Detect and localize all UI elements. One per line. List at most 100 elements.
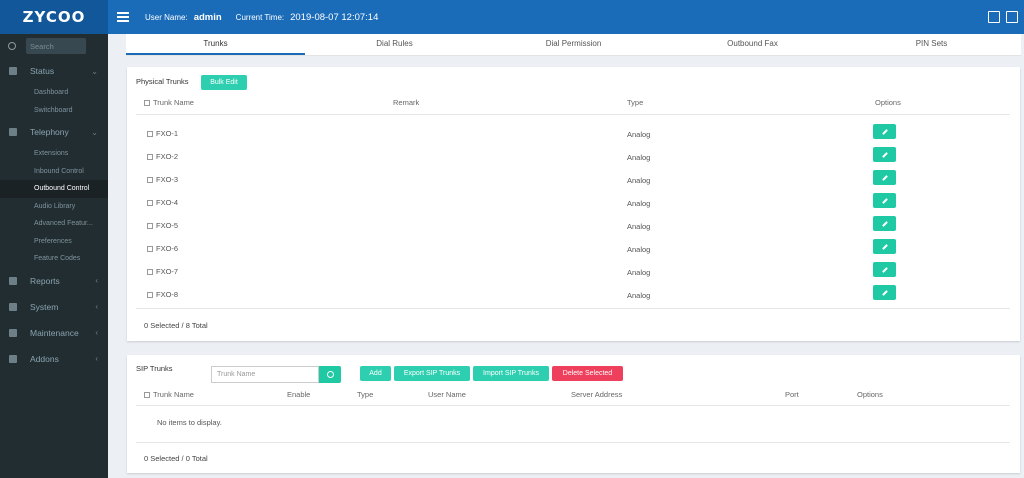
sidebar-item-preferences[interactable]: Preferences [0,233,108,251]
sidebar-group-addons[interactable]: Addons ‹ [0,346,108,372]
edit-button[interactable] [873,239,896,254]
sidebar-group-system[interactable]: System ‹ [0,294,108,320]
sidebar-item-outbound-control[interactable]: Outbound Control [0,180,108,198]
sidebar-search-input[interactable]: Search [26,38,86,54]
column-options: Options [857,390,883,399]
sidebar-group-label: Maintenance [30,327,79,338]
trunk-name: FXO-5 [156,221,179,230]
trunk-name: FXO-1 [156,129,179,138]
row-checkbox[interactable] [147,154,153,161]
tab-bar: Trunks Dial Rules Dial Permission Outbou… [126,34,1021,56]
edit-button[interactable] [873,262,896,277]
pencil-icon [881,220,888,227]
pencil-icon [881,289,888,296]
pencil-icon [881,266,888,273]
import-sip-trunks-button[interactable]: Import SIP Trunks [473,366,549,381]
row-checkbox[interactable] [147,177,153,184]
tab-dial-rules[interactable]: Dial Rules [305,34,484,55]
column-trunk-name: Trunk Name [144,98,194,107]
tab-dial-permission[interactable]: Dial Permission [484,34,663,55]
table-row: FXO-1 Analog [127,123,1020,146]
sidebar-group-maintenance[interactable]: Maintenance ‹ [0,320,108,346]
search-icon [8,42,16,50]
column-server-address: Server Address [571,390,623,399]
pencil-icon [881,151,888,158]
trunk-name: FXO-2 [156,152,179,161]
bulk-edit-button[interactable]: Bulk Edit [201,75,247,90]
physical-trunks-panel: Physical Trunks Bulk Edit Trunk Name Rem… [127,67,1020,341]
trunk-type: Analog [627,222,651,231]
current-time-label: Current Time: [235,12,285,22]
column-options: Options [875,98,901,107]
pencil-icon [881,197,888,204]
column-type: Type [627,98,644,107]
edit-button[interactable] [873,216,896,231]
current-time-value: 2019-08-07 12:07:14 [290,11,379,23]
row-checkbox[interactable] [147,223,153,230]
chevron-down-icon: ⌄ [91,66,98,76]
delete-selected-button[interactable]: Delete Selected [552,366,623,381]
edit-button[interactable] [873,124,896,139]
column-trunk-name: Trunk Name [144,390,194,399]
select-all-checkbox[interactable] [144,100,150,107]
physical-trunks-title: Physical Trunks [136,77,189,86]
sitemap-icon [9,354,17,363]
trunk-name: FXO-8 [156,290,179,299]
trunk-type: Analog [627,153,651,162]
sidebar-group-reports[interactable]: Reports ‹ [0,268,108,294]
column-user-name: User Name [428,390,466,399]
add-button[interactable]: Add [360,366,391,381]
main-content: Trunks Dial Rules Dial Permission Outbou… [108,34,1024,478]
row-checkbox[interactable] [147,269,153,276]
footer-divider [136,308,1010,309]
table-row: FXO-3 Analog [127,169,1020,192]
sidebar-item-advanced-features[interactable]: Advanced Featur... [0,215,108,233]
sidebar-item-dashboard[interactable]: Dashboard [0,84,108,102]
sip-summary: 0 Selected / 0 Total [144,454,208,463]
trunk-name-cell: FXO-2 [147,152,178,161]
table-row: FXO-2 Analog [127,146,1020,169]
logo: ZYCOO [0,0,108,34]
dashboard-icon [9,67,17,75]
logout-icon[interactable] [1006,11,1018,23]
table-row: FXO-6 Analog [127,238,1020,261]
sidebar-item-switchboard[interactable]: Switchboard [0,102,108,120]
chevron-left-icon: ‹ [95,276,98,285]
row-checkbox[interactable] [147,246,153,253]
tab-trunks[interactable]: Trunks [126,34,305,55]
fullscreen-icon[interactable] [988,11,1000,23]
trunk-type: Analog [627,199,651,208]
trunk-name-cell: FXO-5 [147,221,178,230]
column-label: Trunk Name [153,390,194,399]
bar-chart-icon [9,276,17,285]
tab-outbound-fax[interactable]: Outbound Fax [663,34,842,55]
chevron-left-icon: ‹ [95,328,98,337]
row-checkbox[interactable] [147,131,153,138]
footer-divider [136,442,1010,443]
select-all-checkbox[interactable] [144,392,150,399]
export-sip-trunks-button[interactable]: Export SIP Trunks [394,366,470,381]
row-checkbox[interactable] [147,200,153,207]
sidebar-item-extensions[interactable]: Extensions [0,145,108,163]
sidebar-group-status[interactable]: Status ⌄ [0,58,108,84]
edit-button[interactable] [873,170,896,185]
table-row: FXO-4 Analog [127,192,1020,215]
column-label: Trunk Name [153,98,194,107]
menu-toggle-icon[interactable] [117,12,129,22]
edit-button[interactable] [873,285,896,300]
sidebar-group-telephony[interactable]: Telephony ⌄ [0,119,108,145]
edit-button[interactable] [873,193,896,208]
trunk-name: FXO-6 [156,244,179,253]
sidebar-item-audio-library[interactable]: Audio Library [0,198,108,216]
trunk-name-cell: FXO-6 [147,244,178,253]
trunk-name-search-input[interactable]: Trunk Name [211,366,319,383]
chevron-left-icon: ‹ [95,354,98,363]
sidebar-item-inbound-control[interactable]: Inbound Control [0,163,108,181]
sip-trunks-title: SIP Trunks [136,364,173,373]
sidebar-item-feature-codes[interactable]: Feature Codes [0,250,108,268]
row-checkbox[interactable] [147,292,153,299]
edit-button[interactable] [873,147,896,162]
table-row: FXO-7 Analog [127,261,1020,284]
search-button[interactable] [319,366,341,383]
tab-pin-sets[interactable]: PIN Sets [842,34,1021,55]
